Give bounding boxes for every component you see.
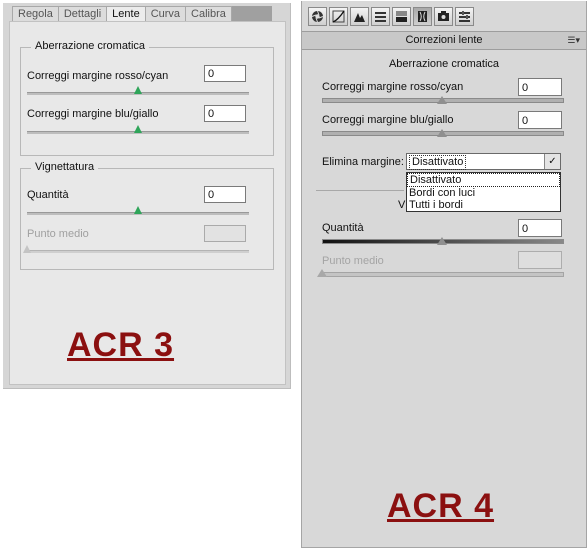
red-cyan-label: Correggi margine rosso/cyan — [27, 70, 169, 82]
red-cyan-slider-thumb[interactable] — [437, 96, 447, 104]
midpoint-input[interactable] — [204, 225, 246, 242]
midpoint-slider-track[interactable] — [27, 250, 249, 253]
amount-input[interactable]: 0 — [518, 219, 562, 237]
tab-curva[interactable]: Curva — [144, 6, 187, 22]
midpoint-slider-thumb[interactable] — [317, 269, 327, 277]
camera-icon[interactable] — [434, 7, 453, 26]
midpoint-input[interactable] — [518, 251, 562, 269]
presets-icon[interactable] — [455, 7, 474, 26]
midpoint-slider-thumb[interactable] — [23, 245, 31, 253]
defringe-dropdown-list: Disattivato Bordi con luci Tutti i bordi — [406, 172, 561, 212]
midpoint-label: Punto medio — [27, 228, 89, 240]
defringe-label: Elimina margine: — [322, 156, 404, 168]
red-cyan-input[interactable]: 0 — [518, 78, 562, 96]
blue-yellow-label: Correggi margine blu/giallo — [27, 108, 159, 120]
midpoint-slider-track[interactable] — [322, 272, 564, 277]
defringe-select[interactable]: Disattivato ✓ — [406, 153, 561, 170]
midpoint-label: Punto medio — [322, 255, 384, 267]
blue-yellow-slider-thumb[interactable] — [134, 125, 142, 133]
panel-title: Correzioni lente — [405, 34, 483, 46]
red-cyan-label: Correggi margine rosso/cyan — [322, 81, 464, 93]
amount-label: Quantità — [322, 222, 364, 234]
blue-yellow-input[interactable]: 0 — [204, 105, 246, 122]
blue-yellow-input[interactable]: 0 — [518, 111, 562, 129]
curve-icon[interactable] — [329, 7, 348, 26]
tab-regola[interactable]: Regola — [12, 6, 59, 22]
tab-dettagli[interactable]: Dettagli — [57, 6, 108, 22]
group-title-vignetting-partial: V — [398, 199, 406, 211]
amount-label: Quantità — [27, 189, 69, 201]
amount-slider-thumb[interactable] — [437, 237, 447, 245]
tab-bar-filler — [231, 6, 272, 21]
group-title-vignetting: Vignettatura — [31, 161, 99, 173]
sharpen-icon[interactable] — [350, 7, 369, 26]
amount-slider-thumb[interactable] — [134, 206, 142, 214]
section-divider — [316, 190, 404, 191]
hsl-icon[interactable] — [371, 7, 390, 26]
amount-input[interactable]: 0 — [204, 186, 246, 203]
group-title-chromatic: Aberrazione cromatica — [388, 58, 500, 70]
acr4-panel: Correzioni lente ☰▾ Aberrazione cromatic… — [301, 1, 587, 548]
panel-header: Correzioni lente ☰▾ — [302, 31, 586, 50]
panel-menu-icon[interactable]: ☰▾ — [567, 32, 580, 49]
defringe-option-off[interactable]: Disattivato — [407, 173, 560, 187]
split-tone-icon[interactable] — [392, 7, 411, 26]
defringe-option-highlight-edges[interactable]: Bordi con luci — [407, 187, 560, 199]
red-cyan-slider-thumb[interactable] — [134, 86, 142, 94]
caption-acr4: ACR 4 — [387, 487, 495, 525]
lens-icon[interactable] — [413, 7, 432, 26]
group-title-chromatic: Aberrazione cromatica — [31, 40, 150, 52]
panel-toolbar — [308, 7, 474, 26]
chromatic-aberration-group: Aberrazione cromatica Correggi margine r… — [20, 40, 274, 156]
blue-yellow-label: Correggi margine blu/giallo — [322, 114, 454, 126]
vignetting-group: Vignettatura Quantità 0 Punto medio — [20, 161, 274, 270]
red-cyan-input[interactable]: 0 — [204, 65, 246, 82]
defringe-option-all-edges[interactable]: Tutti i bordi — [407, 199, 560, 211]
chevron-down-icon[interactable]: ✓ — [544, 154, 560, 169]
defringe-selected-value: Disattivato — [409, 155, 467, 170]
caption-acr3: ACR 3 — [67, 326, 175, 364]
blue-yellow-slider-thumb[interactable] — [437, 129, 447, 137]
tab-bar: Regola Dettagli Lente Curva Calibra — [12, 6, 272, 23]
tab-calibra[interactable]: Calibra — [185, 6, 232, 22]
aperture-icon[interactable] — [308, 7, 327, 26]
